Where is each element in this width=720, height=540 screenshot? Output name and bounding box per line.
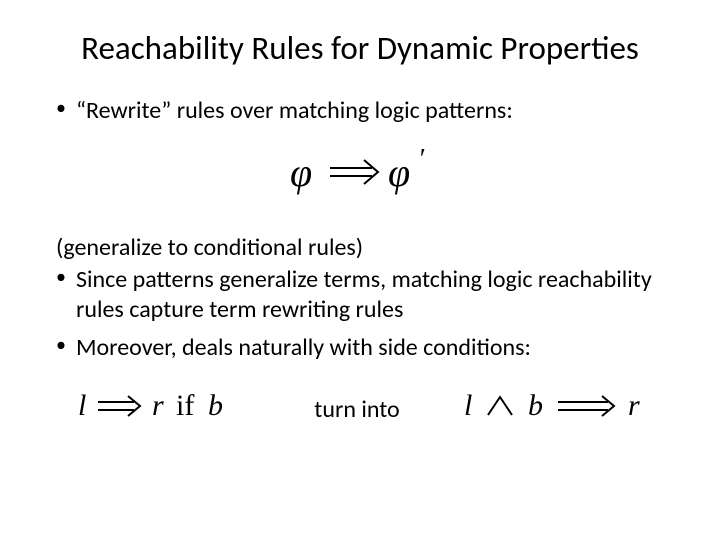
svg-text:l: l [78, 389, 86, 422]
bullet-list-2: Since patterns generalize terms, matchin… [30, 265, 690, 363]
formula-phi-implies-phiprime: φ φ ′ [30, 148, 690, 203]
svg-text:b: b [528, 389, 543, 422]
slide-title: Reachability Rules for Dynamic Propertie… [30, 28, 690, 68]
turn-into-label: turn into [314, 395, 399, 424]
svg-text:′: ′ [418, 148, 425, 175]
formula-row: l r if b turn into l b r [74, 387, 660, 432]
svg-text:l: l [464, 389, 472, 422]
svg-text:b: b [208, 389, 223, 422]
formula-l-implies-r-if-b: l r if b [74, 387, 254, 432]
svg-text:φ: φ [388, 150, 410, 195]
bullet-moreover: Moreover, deals naturally with side cond… [56, 333, 690, 363]
svg-text:φ: φ [290, 150, 312, 195]
formula-l-and-b-implies-r: l b r [460, 387, 660, 432]
bullet-since-patterns: Since patterns generalize terms, matchin… [56, 265, 690, 325]
slide: Reachability Rules for Dynamic Propertie… [0, 0, 720, 540]
svg-text:r: r [152, 389, 164, 422]
bullet-rewrite-rules: “Rewrite” rules over matching logic patt… [56, 96, 690, 126]
svg-text:if: if [176, 389, 194, 422]
svg-text:r: r [628, 389, 640, 422]
paragraph-generalize: (generalize to conditional rules) [56, 233, 690, 263]
bullet-list-1: “Rewrite” rules over matching logic patt… [30, 96, 690, 126]
